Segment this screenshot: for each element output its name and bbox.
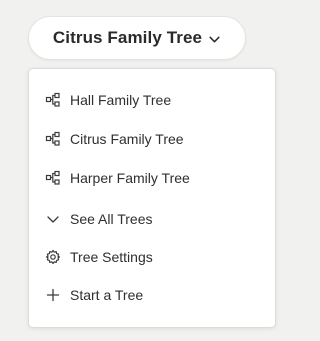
menu-item-citrus-family-tree[interactable]: Citrus Family Tree	[45, 126, 184, 152]
menu-item-tree-settings[interactable]: Tree Settings	[45, 244, 153, 270]
tree-dropdown-menu: Hall Family Tree Citrus Family Tree Harp…	[28, 68, 276, 328]
plus-icon	[45, 287, 61, 303]
tree-icon	[45, 131, 61, 147]
tree-selector-button[interactable]: Citrus Family Tree	[28, 16, 246, 60]
menu-item-label: Hall Family Tree	[70, 92, 172, 108]
menu-item-label: Harper Family Tree	[70, 170, 190, 186]
menu-item-label: See All Trees	[70, 211, 153, 227]
tree-icon	[45, 170, 61, 186]
menu-item-see-all-trees[interactable]: See All Trees	[45, 206, 153, 232]
chevron-down-icon	[45, 211, 61, 227]
menu-item-start-a-tree[interactable]: Start a Tree	[45, 282, 143, 308]
chevron-down-icon	[209, 36, 220, 42]
menu-item-label: Start a Tree	[70, 287, 144, 303]
tree-icon	[45, 92, 61, 108]
menu-item-harper-family-tree[interactable]: Harper Family Tree	[45, 165, 190, 191]
menu-item-label: Tree Settings	[70, 249, 153, 265]
gear-icon	[45, 249, 61, 265]
menu-item-hall-family-tree[interactable]: Hall Family Tree	[45, 87, 171, 113]
current-tree-label: Citrus Family Tree	[52, 28, 203, 47]
menu-item-label: Citrus Family Tree	[70, 131, 184, 147]
